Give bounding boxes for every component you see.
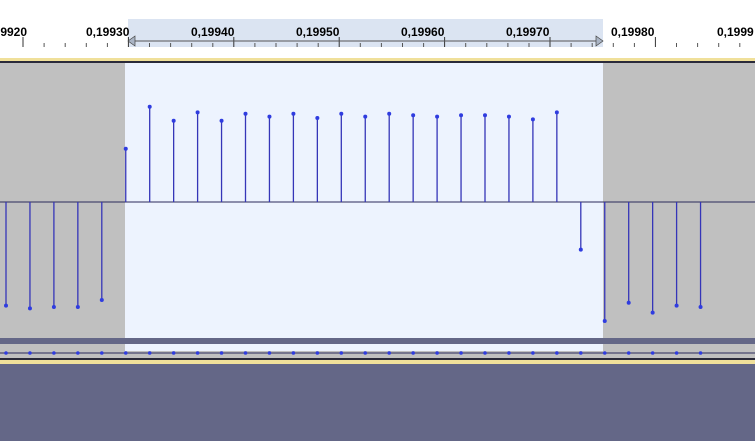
track-top-border-yellow (0, 58, 755, 61)
sample-point (4, 303, 8, 308)
sample-point (267, 114, 272, 119)
tick-label-6: 0,19980 (611, 25, 655, 39)
tick-label-2: 0,19940 (191, 25, 235, 39)
tick-label-1: 0,19930 (86, 25, 130, 39)
lower-sample-point (76, 351, 80, 355)
sample-point (75, 305, 80, 309)
lower-sample-point (579, 351, 583, 355)
timeline-ruler[interactable]: ,9920 0,19930 0,19940 0,19950 0,19960 0,… (0, 0, 755, 47)
lower-sample-point (219, 351, 224, 355)
lower-sample-point (411, 351, 415, 355)
lower-sample-point (507, 351, 511, 355)
lower-sample-point (52, 351, 56, 355)
lower-sample-point (435, 351, 439, 355)
sample-point (51, 305, 56, 309)
lower-sample-point (674, 351, 679, 355)
lower-sample-point (315, 351, 320, 355)
empty-track-area[interactable] (0, 364, 755, 441)
ruler-gap (0, 47, 755, 58)
sample-point (243, 111, 248, 116)
tick-label-3: 0,19950 (296, 25, 340, 39)
sample-point (291, 111, 296, 116)
lower-sample-point (4, 351, 8, 355)
sample-point (411, 113, 416, 118)
lower-sample-point (387, 351, 392, 355)
sample-point (219, 118, 224, 123)
sample-point (530, 117, 535, 122)
sample-point (506, 114, 511, 119)
sample-point (459, 113, 464, 118)
tick-label-7: 0,1999 (717, 25, 754, 39)
lower-sample-point (555, 351, 559, 355)
selected-region[interactable] (125, 63, 603, 351)
sample-point (123, 146, 128, 151)
sample-point (195, 110, 200, 115)
sample-point (578, 247, 583, 252)
lower-sample-point (28, 351, 32, 355)
lower-sample-point (483, 351, 487, 355)
lower-sample-point (602, 351, 607, 355)
waveform-samples[interactable] (0, 58, 755, 364)
sample-point (483, 113, 487, 118)
sample-point (602, 319, 607, 323)
sample-point (554, 110, 559, 115)
lower-sample-point (171, 351, 176, 355)
track-divider (0, 338, 755, 344)
sample-point (171, 118, 176, 123)
sample-point (387, 111, 392, 116)
track-top-border-dark (0, 61, 755, 63)
lower-sample-point (650, 351, 655, 355)
tick-label-0: ,9920 (0, 25, 28, 39)
track-bottom-border-dark (0, 358, 755, 360)
lower-sample-point (100, 351, 104, 355)
lower-sample-point (698, 351, 703, 355)
sample-point (27, 306, 32, 311)
audio-track[interactable] (0, 58, 755, 364)
lower-sample-point (459, 351, 463, 355)
sample-point (99, 298, 104, 302)
tick-label-5: 0,19970 (506, 25, 550, 39)
lower-sample-point (531, 351, 535, 355)
lower-sample-point (243, 351, 248, 355)
lower-sample-point (195, 351, 200, 355)
lower-sample-point (147, 351, 152, 355)
sample-point (147, 104, 152, 109)
sample-point (315, 116, 320, 120)
lower-sample-point (291, 351, 296, 355)
sample-point (435, 114, 440, 119)
lower-sample-point (267, 351, 272, 355)
lower-sample-point (339, 351, 344, 355)
sample-point (626, 300, 631, 305)
tick-label-4: 0,19960 (401, 25, 445, 39)
sample-point (339, 111, 344, 116)
sample-point (363, 114, 368, 119)
sample-point (650, 310, 655, 315)
lower-sample-point (363, 351, 368, 355)
sample-point (698, 305, 703, 309)
lower-sample-point (626, 351, 631, 355)
lower-sample-point (123, 351, 128, 355)
sample-point (674, 303, 679, 308)
